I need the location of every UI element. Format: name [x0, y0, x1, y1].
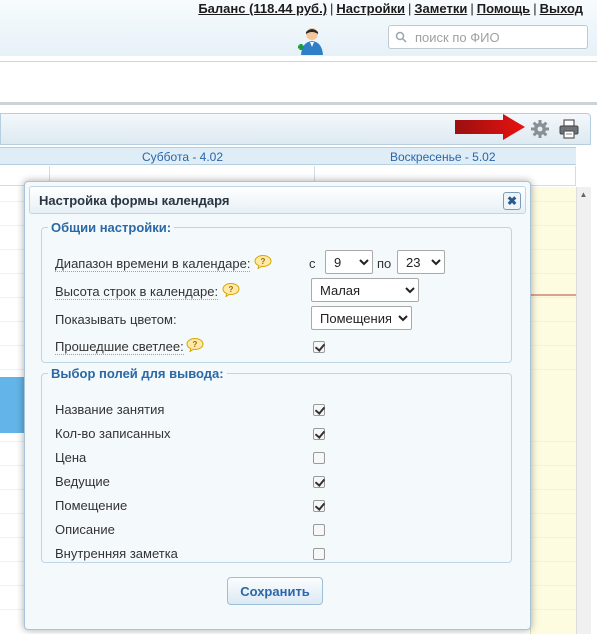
column-header-saturday: Суббота - 4.02	[142, 150, 224, 164]
help-link[interactable]: Помощь	[477, 1, 530, 16]
field-checkbox-internal-note[interactable]	[313, 548, 325, 560]
help-icon[interactable]: ?	[222, 283, 240, 297]
printer-icon[interactable]	[558, 119, 580, 139]
time-to-select[interactable]: 23	[397, 250, 445, 274]
user-avatar-icon[interactable]	[296, 25, 326, 55]
svg-text:?: ?	[229, 285, 234, 294]
scroll-up-icon[interactable]: ▲	[576, 190, 591, 204]
field-label: Ведущие	[55, 474, 110, 489]
svg-text:?: ?	[193, 340, 198, 349]
field-label: Кол-во записанных	[55, 426, 171, 441]
dialog-titlebar[interactable]: Настройка формы календаря ✖	[29, 186, 526, 214]
time-from-label: с	[309, 256, 316, 271]
time-to-label: по	[377, 256, 392, 271]
field-checkbox-title[interactable]	[313, 404, 325, 416]
field-checkbox-hosts[interactable]	[313, 476, 325, 488]
row-height-select[interactable]: Малая	[311, 278, 419, 302]
field-checkbox-description[interactable]	[313, 524, 325, 536]
column-header-sunday: Воскресенье - 5.02	[390, 150, 496, 164]
notes-link[interactable]: Заметки	[414, 1, 467, 16]
field-label: Название занятия	[55, 402, 165, 417]
logout-link[interactable]: Выход	[540, 1, 583, 16]
search-box	[388, 25, 588, 49]
balance-link[interactable]: Баланс (118.44 руб.)	[198, 1, 327, 16]
color-by-select[interactable]: Помещения	[311, 306, 412, 330]
calendar-scrollbar[interactable]	[576, 187, 591, 634]
past-lighter-checkbox[interactable]	[313, 341, 325, 353]
time-from-select[interactable]: 9	[325, 250, 373, 274]
weekend-column	[530, 187, 576, 634]
past-lighter-label: Прошедшие светлее:	[55, 339, 184, 355]
current-time-line	[530, 294, 576, 296]
sub-bar	[0, 61, 597, 105]
close-button[interactable]: ✖	[503, 192, 521, 210]
field-label: Цена	[55, 450, 87, 465]
field-checkbox-price[interactable]	[313, 452, 325, 464]
field-checkbox-registered[interactable]	[313, 428, 325, 440]
calendar-header: Суббота - 4.02 Воскресенье - 5.02	[0, 147, 576, 165]
field-label: Помещение	[55, 498, 128, 513]
field-label: Описание	[55, 522, 115, 537]
red-arrow-icon	[455, 114, 525, 140]
general-settings-group: Общии настройки: Диапазон времени в кале…	[41, 220, 512, 363]
help-icon[interactable]: ?	[254, 255, 272, 269]
output-fields-group: Выбор полей для вывода: Название занятия…	[41, 366, 512, 563]
help-icon[interactable]: ?	[186, 338, 204, 352]
dialog-title: Настройка формы календаря	[39, 193, 230, 208]
save-button[interactable]: Сохранить	[227, 577, 323, 605]
color-by-label: Показывать цветом:	[55, 312, 177, 327]
time-range-label: Диапазон времени в календаре:	[55, 256, 251, 272]
top-bar: Баланс (118.44 руб.) | Настройки | Заметки | П…	[0, 0, 597, 56]
calendar-settings-dialog: Настройка формы календаря ✖ Общии настро…	[24, 181, 531, 630]
top-links: Баланс (118.44 руб.) | Настройки | Заметки | П…	[198, 1, 583, 16]
general-settings-legend: Общии настройки:	[51, 220, 172, 235]
field-checkbox-room[interactable]	[313, 500, 325, 512]
output-fields-legend: Выбор полей для вывода:	[51, 366, 224, 381]
svg-text:?: ?	[261, 257, 266, 266]
calendar-event-block[interactable]	[0, 377, 24, 433]
row-height-label: Высота строк в календаре:	[55, 284, 219, 300]
search-input[interactable]	[413, 28, 573, 46]
search-icon	[395, 31, 407, 43]
settings-link[interactable]: Настройки	[336, 1, 405, 16]
field-label: Внутренняя заметка	[55, 546, 178, 561]
gear-icon[interactable]	[530, 119, 550, 139]
